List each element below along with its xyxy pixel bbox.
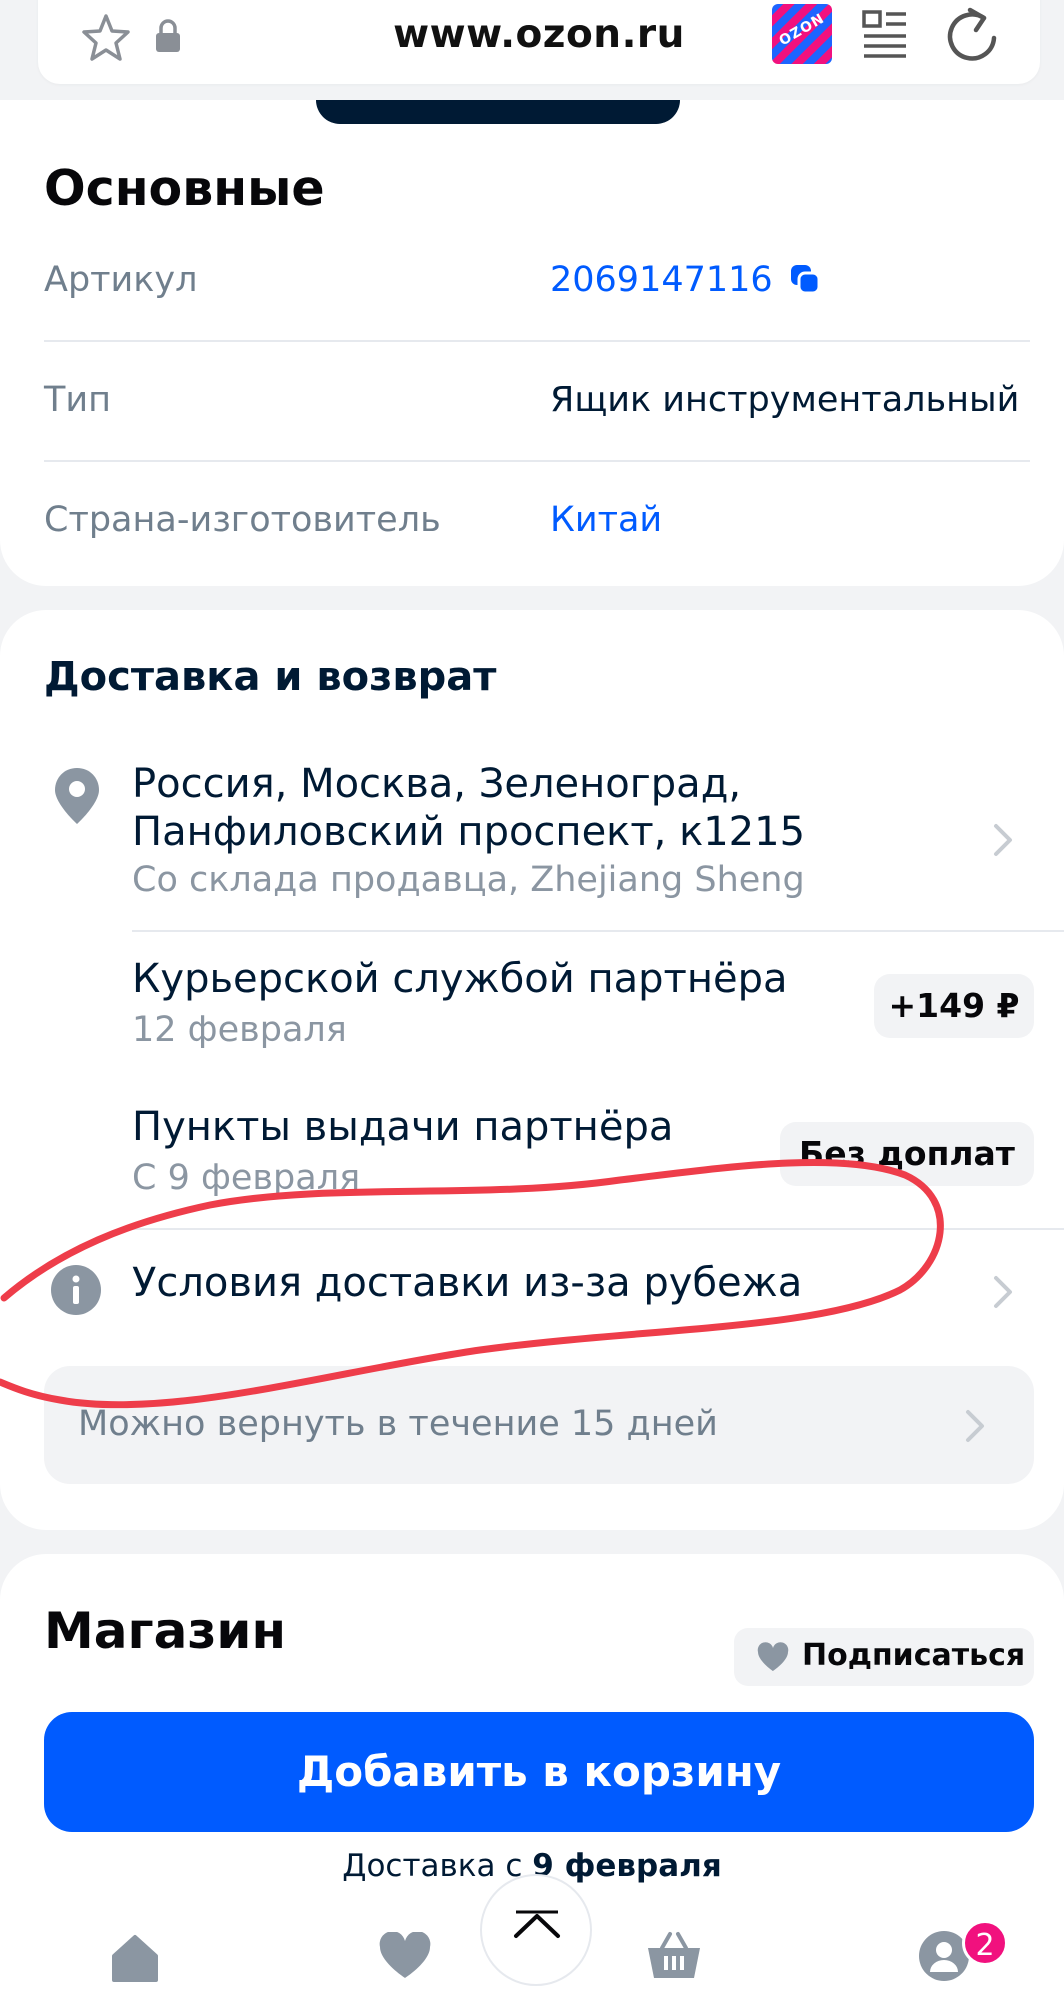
browser-toolbar: www.ozon.ru OZON — [0, 0, 1064, 100]
address-bar[interactable]: www.ozon.ru OZON — [38, 0, 1040, 84]
courier-price-badge: +149 ₽ — [874, 974, 1034, 1038]
profile-notification-badge: 2 — [962, 1920, 1008, 1966]
ozon-logo-text: OZON — [776, 10, 828, 50]
pickup-price-badge: Без доплат — [780, 1122, 1034, 1186]
specs-card: Основные Артикул 2069147116 Тип Ящик инс… — [0, 60, 1064, 586]
foreign-delivery-conditions[interactable]: Условия доставки из-за рубежа — [132, 1260, 802, 1306]
pickup-option-title: Пункты выдачи партнёра — [132, 1104, 674, 1150]
add-to-cart-button[interactable]: Добавить в корзину — [44, 1712, 1034, 1832]
spec-value-type: Ящик инструментальный — [550, 380, 1020, 420]
heart-icon — [757, 1642, 789, 1671]
courier-option-date: 12 февраля — [132, 1010, 347, 1050]
address-line-2: Панфиловский проспект, к1215 — [132, 809, 806, 855]
spec-value-country[interactable]: Китай — [550, 500, 662, 540]
specs-title: Основные — [44, 160, 325, 217]
spec-row-sku: Артикул 2069147116 — [44, 222, 1030, 342]
sku-text: 2069147116 — [550, 260, 773, 300]
location-pin-icon — [55, 768, 99, 824]
chevron-up-icon — [514, 1910, 560, 1938]
delivery-prefix: Доставка с — [342, 1848, 523, 1884]
address-line-1: Россия, Москва, Зеленоград, — [132, 761, 742, 807]
reader-mode-icon[interactable] — [862, 8, 908, 58]
spec-row-type: Тип Ящик инструментальный — [44, 342, 1030, 462]
cart-basket-icon[interactable] — [646, 1930, 702, 1980]
return-policy-button[interactable]: Можно вернуть в течение 15 дней — [44, 1366, 1034, 1484]
spec-key: Страна-изготовитель — [44, 500, 441, 540]
spec-key: Тип — [44, 380, 112, 420]
divider — [132, 1228, 1064, 1230]
chevron-right-icon[interactable] — [992, 1274, 1014, 1310]
favorites-heart-icon[interactable] — [378, 1932, 432, 1980]
divider — [132, 930, 1064, 932]
chevron-right-icon — [966, 1410, 984, 1442]
ozon-logo-icon[interactable]: OZON — [772, 4, 832, 64]
subscribe-button[interactable]: Подписаться — [734, 1628, 1034, 1686]
spec-row-country: Страна-изготовитель Китай — [44, 462, 1030, 582]
reload-icon[interactable] — [944, 4, 1000, 64]
copy-icon[interactable] — [789, 263, 821, 295]
scroll-to-top-button[interactable] — [480, 1874, 592, 1986]
return-policy-text: Можно вернуть в течение 15 дней — [78, 1404, 718, 1444]
pickup-option-date: С 9 февраля — [132, 1158, 361, 1198]
delivery-title: Доставка и возврат — [44, 654, 497, 700]
delivery-date: 9 февраля — [532, 1848, 722, 1884]
subscribe-label: Подписаться — [802, 1638, 1026, 1673]
spec-key: Артикул — [44, 260, 198, 300]
courier-option-title: Курьерской службой партнёра — [132, 956, 788, 1002]
spec-value-sku[interactable]: 2069147116 — [550, 260, 821, 300]
delivery-address[interactable]: Россия, Москва, Зеленоград, Панфиловский… — [132, 760, 932, 856]
home-icon[interactable] — [110, 1934, 160, 1982]
shop-title: Магазин — [44, 1602, 286, 1660]
delivery-card: Доставка и возврат Россия, Москва, Зелен… — [0, 610, 1064, 1530]
info-icon — [51, 1265, 101, 1315]
warehouse-source: Со склада продавца, Zhejiang Sheng — [132, 860, 805, 900]
chevron-right-icon[interactable] — [992, 822, 1014, 858]
